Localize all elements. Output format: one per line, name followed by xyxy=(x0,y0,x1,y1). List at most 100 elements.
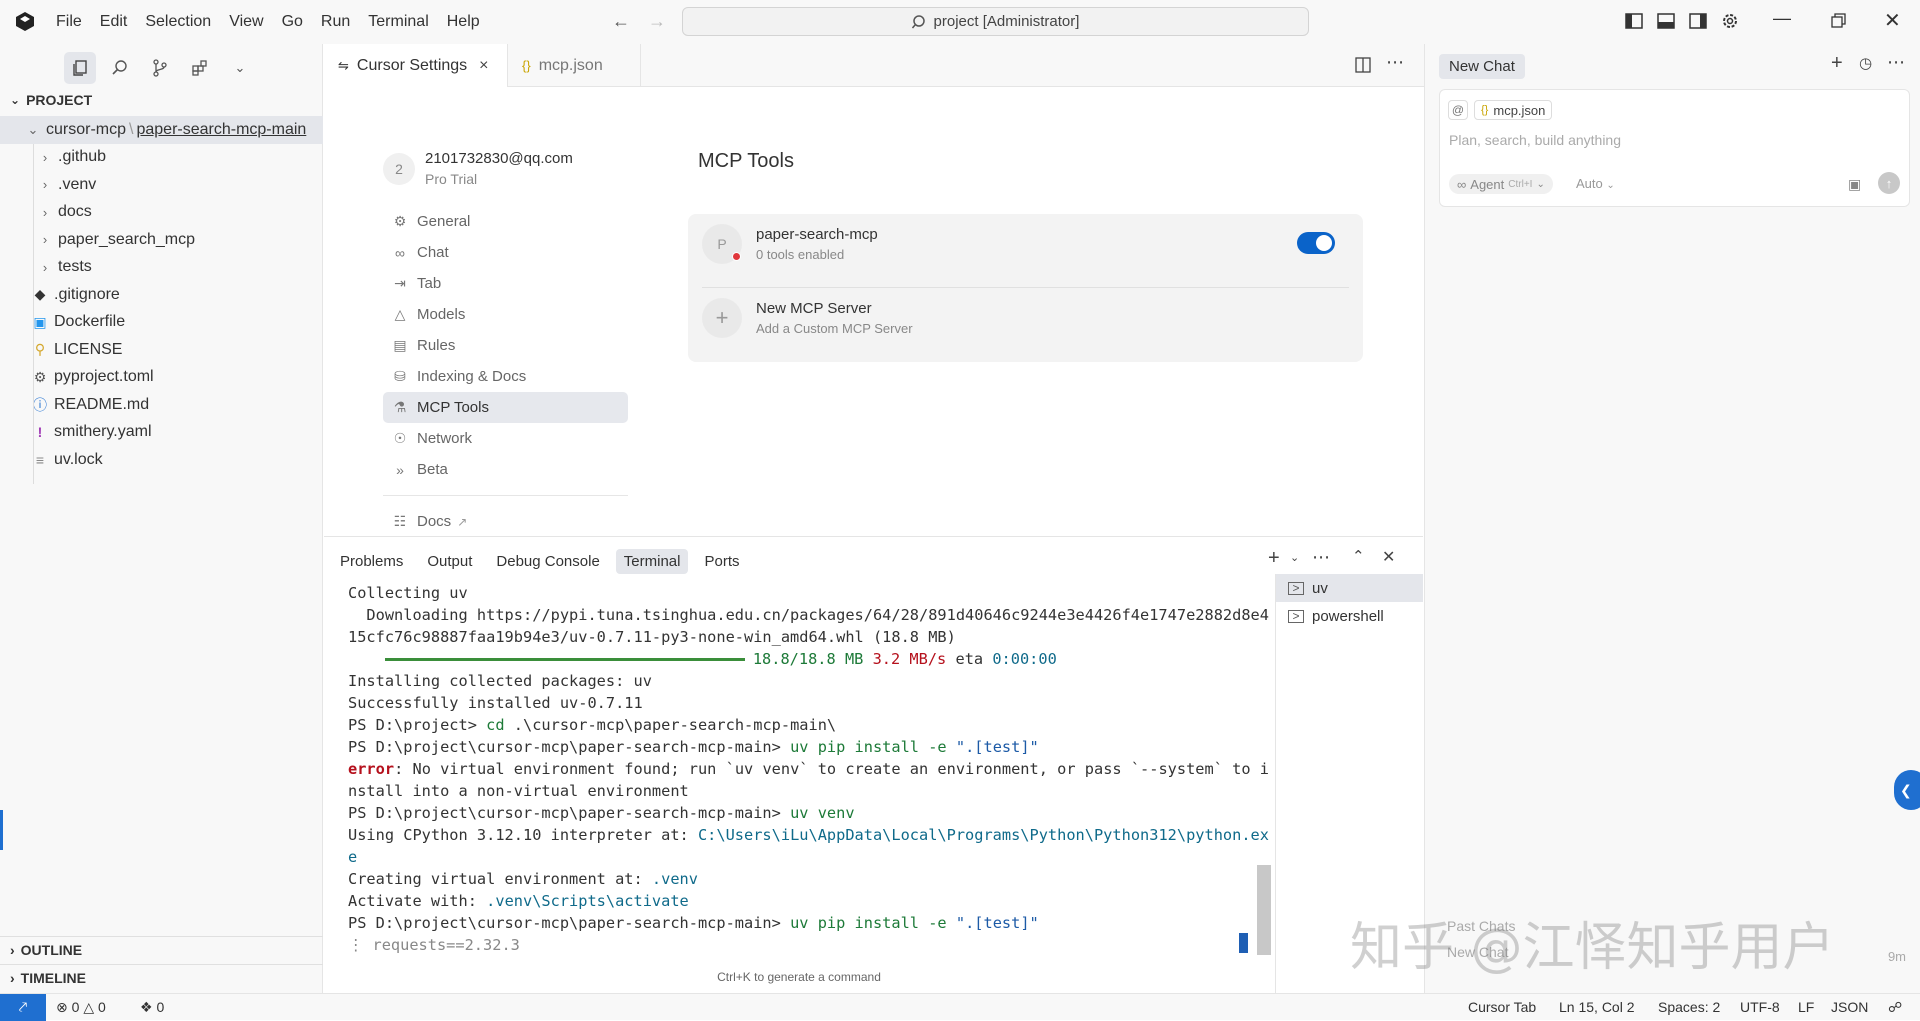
tab-ports[interactable]: Ports xyxy=(696,549,747,574)
close-icon[interactable]: × xyxy=(479,57,488,75)
encoding-status[interactable]: UTF-8 xyxy=(1740,999,1780,1015)
settings-nav-models[interactable]: △ Models xyxy=(383,299,628,330)
tree-folder[interactable]: › .github xyxy=(0,144,323,172)
context-file-chip[interactable]: {} mcp.json xyxy=(1474,100,1553,120)
chat-input-placeholder[interactable]: Plan, search, build anything xyxy=(1449,132,1621,148)
agent-mode-selector[interactable]: ∞ Agent Ctrl+I ⌄ xyxy=(1449,174,1553,194)
menu-terminal[interactable]: Terminal xyxy=(359,0,437,44)
cursor-position[interactable]: Ln 15, Col 2 xyxy=(1559,999,1635,1015)
root-path-separator: \ xyxy=(129,120,134,138)
close-window-icon[interactable]: ✕ xyxy=(1884,8,1901,33)
settings-nav-beta[interactable]: » Beta xyxy=(383,454,628,485)
menu-file[interactable]: File xyxy=(56,0,91,44)
forward-arrow-icon[interactable]: → xyxy=(648,11,666,32)
explorer-sidebar: ⌄ ⌄ PROJECT ⌄ cursor-mcp \ paper-search-… xyxy=(0,44,323,993)
gear-icon: ⚙ xyxy=(33,368,47,385)
tree-file[interactable]: ▣ Dockerfile xyxy=(0,309,323,337)
more-views-button[interactable]: ⌄ xyxy=(224,52,256,84)
cursor-tab-status[interactable]: Cursor Tab xyxy=(1468,999,1536,1015)
maximize-panel-icon[interactable]: ⌃ xyxy=(1352,547,1365,565)
remote-indicator-icon[interactable]: ⤤ xyxy=(0,994,46,1021)
model-selector[interactable]: Auto ⌄ xyxy=(1576,176,1615,191)
terminal-list-item-uv[interactable]: > uv xyxy=(1276,574,1423,602)
tree-root-folder[interactable]: ⌄ cursor-mcp \ paper-search-mcp-main xyxy=(0,116,323,144)
ports-indicator[interactable]: ❖ 0 xyxy=(140,999,164,1016)
menu-run[interactable]: Run xyxy=(312,0,359,44)
settings-nav-mcp-tools[interactable]: ⚗ MCP Tools xyxy=(383,392,628,423)
tree-file[interactable]: ! smithery.yaml xyxy=(0,419,323,447)
menu-edit[interactable]: Edit xyxy=(91,0,137,44)
tab-new-chat[interactable]: New Chat xyxy=(1439,54,1525,79)
tree-file[interactable]: ⚲ LICENSE xyxy=(0,336,323,364)
minimize-icon[interactable]: — xyxy=(1773,8,1791,29)
indentation-status[interactable]: Spaces: 2 xyxy=(1658,999,1720,1015)
settings-nav-general[interactable]: ⚙ General xyxy=(383,206,628,237)
book-icon: ☷ xyxy=(393,513,407,529)
explorer-section-header[interactable]: ⌄ PROJECT xyxy=(10,92,92,108)
new-mcp-server-button[interactable]: + New MCP Server Add a Custom MCP Server xyxy=(702,288,1349,348)
eol-status[interactable]: LF xyxy=(1798,999,1814,1015)
settings-nav-network[interactable]: ☉ Network xyxy=(383,423,628,454)
history-icon[interactable]: ◷ xyxy=(1859,54,1872,72)
tab-terminal[interactable]: Terminal xyxy=(615,548,689,574)
back-arrow-icon[interactable]: ← xyxy=(612,11,630,32)
tree-folder[interactable]: › paper_search_mcp xyxy=(0,226,323,254)
tree-file[interactable]: ⓘ README.md xyxy=(0,391,323,419)
settings-nav-tab[interactable]: ⇥ Tab xyxy=(383,268,628,299)
menu-go[interactable]: Go xyxy=(273,0,312,44)
tree-folder[interactable]: › .venv xyxy=(0,171,323,199)
settings-nav-chat[interactable]: ∞ Chat xyxy=(383,237,628,268)
new-chat-plus-icon[interactable]: + xyxy=(1831,52,1843,75)
settings-gear-icon[interactable] xyxy=(1720,11,1740,31)
tab-output[interactable]: Output xyxy=(419,549,480,574)
image-icon[interactable]: ▣ xyxy=(1848,176,1861,193)
more-actions-icon[interactable]: ⋯ xyxy=(1386,52,1404,73)
terminal-list-item-powershell[interactable]: > powershell xyxy=(1276,602,1423,630)
terminal-scrollbar[interactable] xyxy=(1257,865,1271,955)
settings-nav-rules[interactable]: ▤ Rules xyxy=(383,330,628,361)
tree-file[interactable]: ≡ uv.lock xyxy=(0,446,323,474)
server-enable-toggle[interactable] xyxy=(1297,232,1335,254)
toggle-sidebar-icon[interactable] xyxy=(1624,11,1644,31)
more-actions-icon[interactable]: ⋯ xyxy=(1312,547,1330,568)
tab-cursor-settings[interactable]: ⇋ Cursor Settings × xyxy=(324,44,508,87)
timeline-section-header[interactable]: › TIMELINE xyxy=(10,970,86,986)
explorer-view-button[interactable] xyxy=(64,52,96,84)
menu-help[interactable]: Help xyxy=(438,0,489,44)
bell-icon[interactable]: ☍ xyxy=(1888,999,1902,1016)
new-terminal-icon[interactable]: + xyxy=(1268,547,1280,570)
eta-label: eta xyxy=(955,650,984,668)
tree-file[interactable]: ◆ .gitignore xyxy=(0,281,323,309)
collapse-chevron-icon[interactable]: ❮ xyxy=(1894,770,1920,810)
menu-selection[interactable]: Selection xyxy=(136,0,220,44)
source-control-button[interactable] xyxy=(144,52,176,84)
toggle-panel-icon[interactable] xyxy=(1656,11,1676,31)
send-arrow-icon[interactable]: ↑ xyxy=(1878,172,1900,194)
chat-input-box[interactable]: @ {} mcp.json Plan, search, build anythi… xyxy=(1439,89,1910,207)
menu-view[interactable]: View xyxy=(220,0,272,44)
file-name: README.md xyxy=(54,395,150,413)
split-editor-icon[interactable] xyxy=(1354,56,1372,74)
tab-debug-console[interactable]: Debug Console xyxy=(488,549,607,574)
mcp-server-row[interactable]: P paper-search-mcp 0 tools enabled xyxy=(702,214,1349,274)
more-actions-icon[interactable]: ⋯ xyxy=(1887,52,1905,73)
search-view-button[interactable] xyxy=(104,52,136,84)
mention-icon[interactable]: @ xyxy=(1448,100,1468,120)
restore-window-icon[interactable] xyxy=(1828,11,1848,31)
problems-indicator[interactable]: ⊗ 0 △ 0 xyxy=(56,999,106,1016)
chevron-down-icon[interactable]: ⌄ xyxy=(1290,551,1299,564)
close-panel-icon[interactable]: ✕ xyxy=(1382,547,1395,567)
tree-folder[interactable]: › docs xyxy=(0,199,323,227)
outline-section-header[interactable]: › OUTLINE xyxy=(10,942,82,958)
language-mode[interactable]: JSON xyxy=(1831,999,1868,1015)
settings-nav-indexing[interactable]: ⛁ Indexing & Docs xyxy=(383,361,628,392)
file-tree: ⌄ cursor-mcp \ paper-search-mcp-main › .g… xyxy=(0,116,323,474)
extensions-button[interactable] xyxy=(184,52,216,84)
toggle-secondary-sidebar-icon[interactable] xyxy=(1688,11,1708,31)
tree-folder[interactable]: › tests xyxy=(0,254,323,282)
command-center-search[interactable]: project [Administrator] xyxy=(682,7,1309,36)
settings-nav-docs[interactable]: ☷ Docs ↗ xyxy=(383,506,468,535)
tree-file[interactable]: ⚙ pyproject.toml xyxy=(0,364,323,392)
tab-mcp-json[interactable]: {} mcp.json xyxy=(508,44,641,87)
tab-problems[interactable]: Problems xyxy=(332,549,411,574)
